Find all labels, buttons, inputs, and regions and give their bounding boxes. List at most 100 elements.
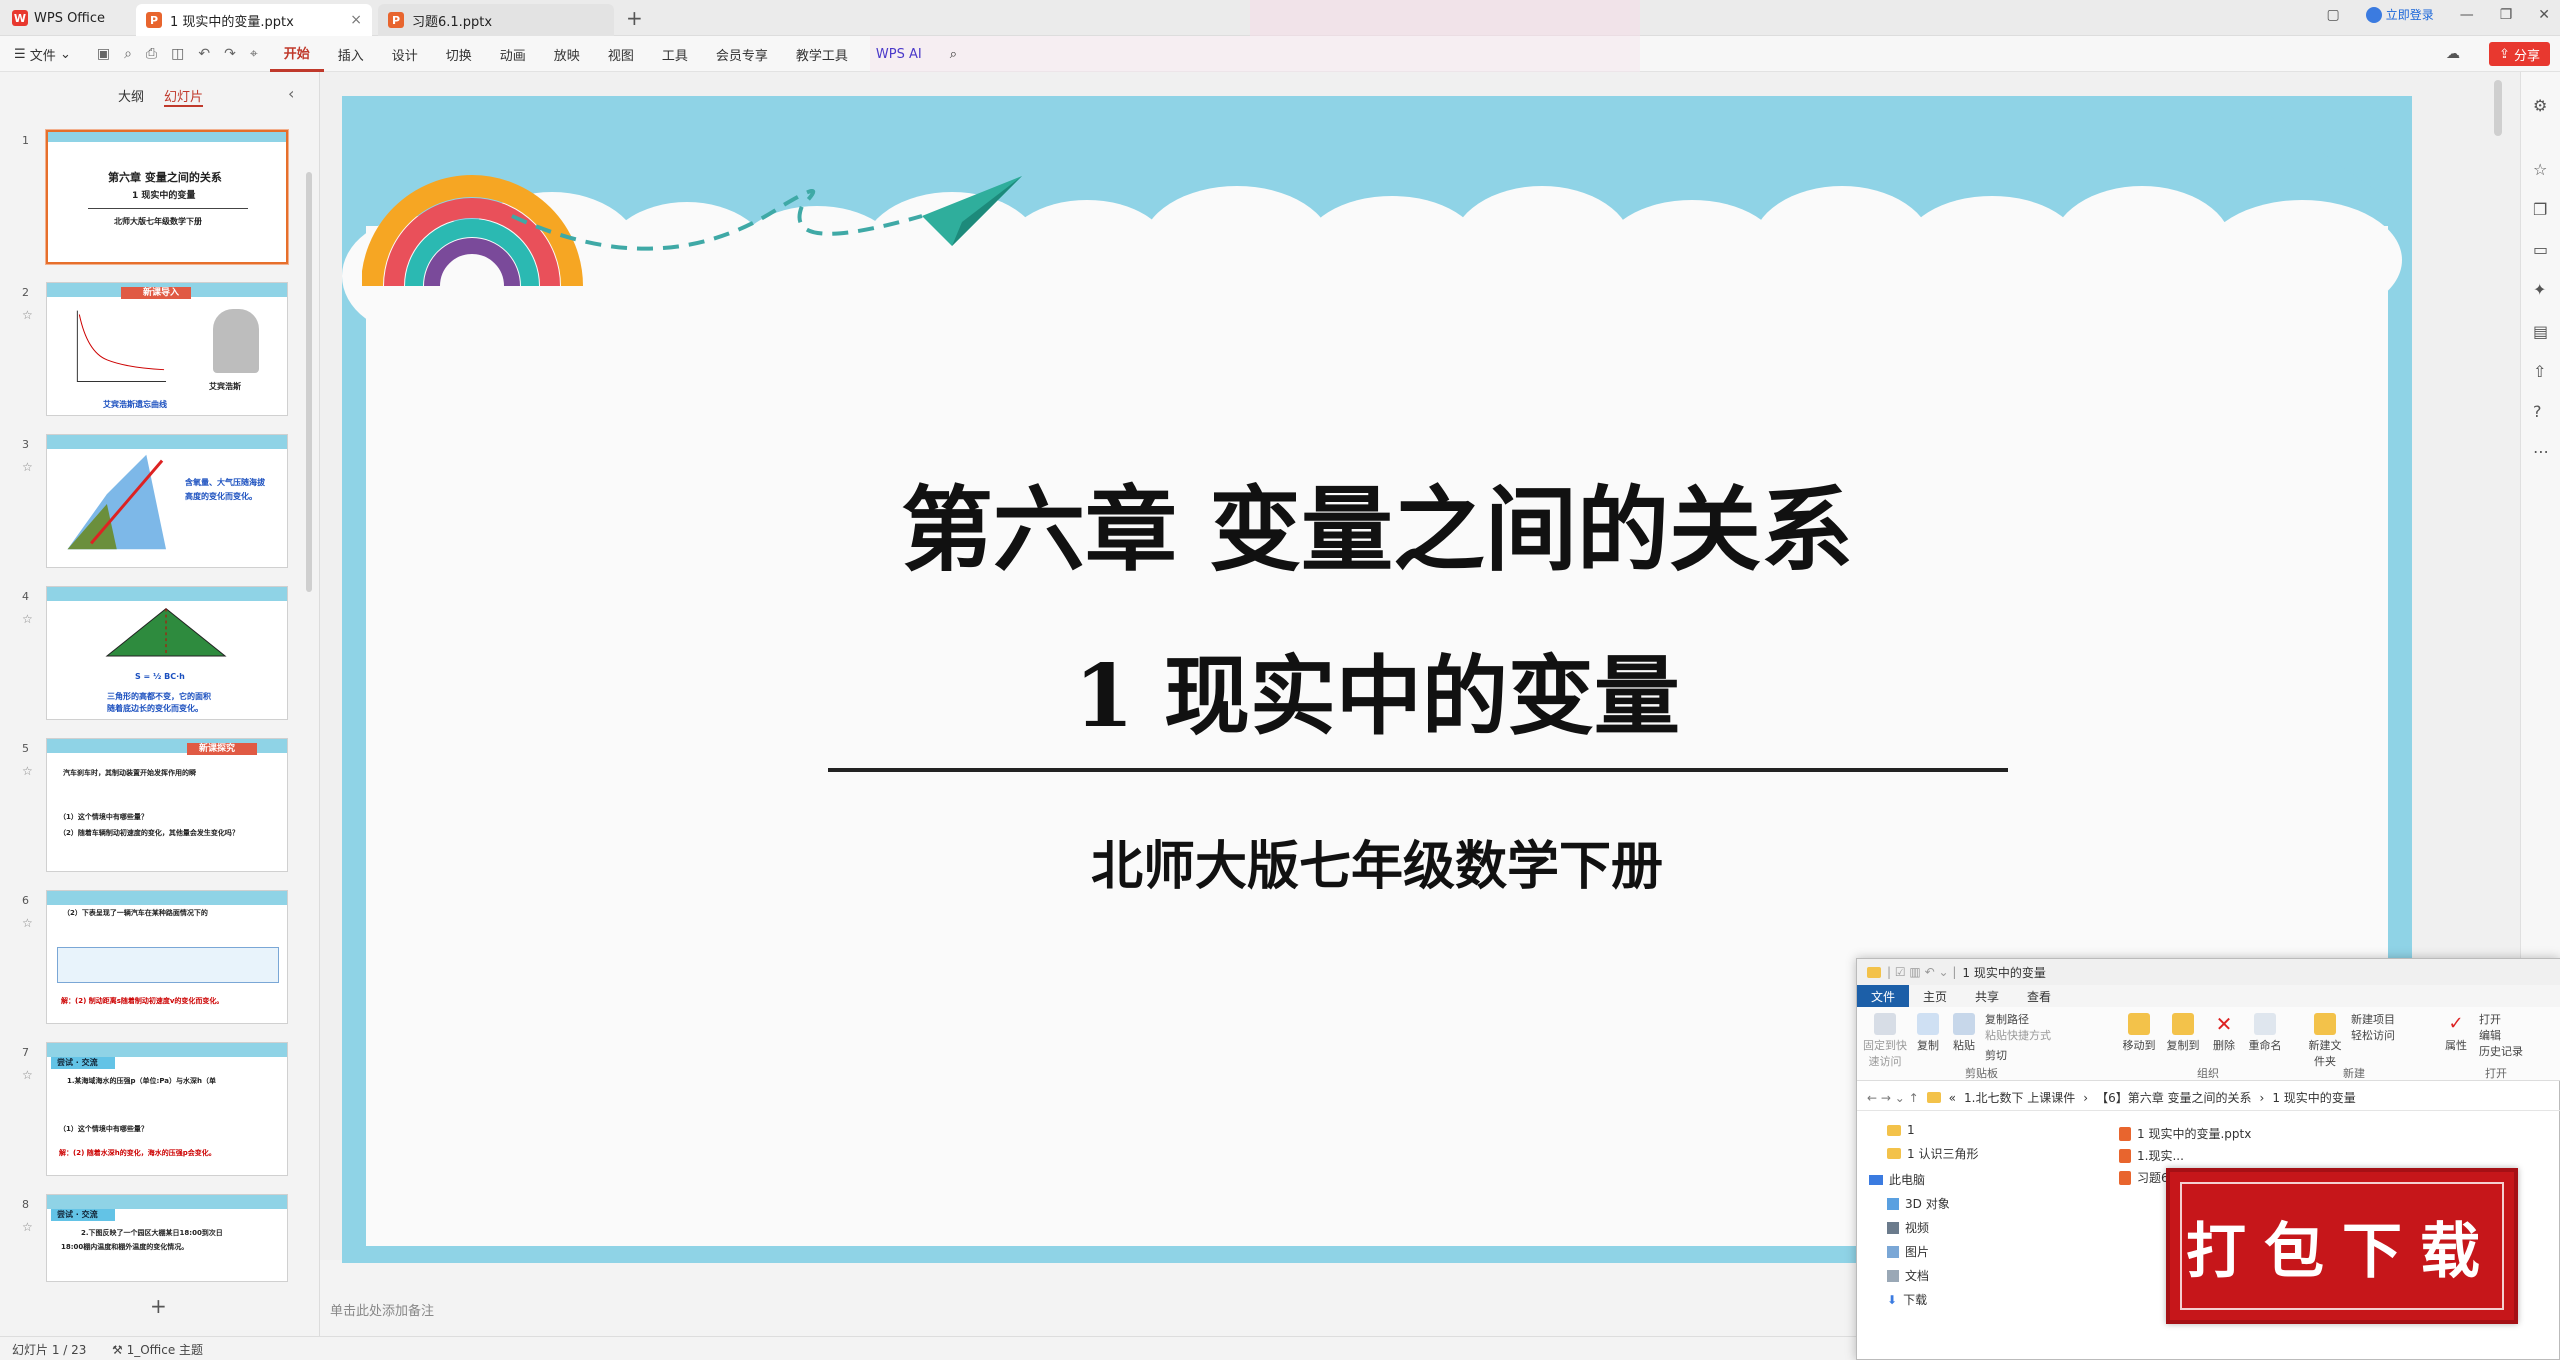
help-icon[interactable]: ?	[2533, 402, 2542, 421]
nav-item[interactable]: 图片	[1887, 1243, 1929, 1260]
breadcrumb-item[interactable]: 1 现实中的变量	[2272, 1089, 2355, 1106]
save-icon[interactable]: ▣	[97, 46, 110, 62]
new-tab-icon[interactable]: +	[626, 6, 643, 30]
share-button[interactable]: ⇪ 分享	[2488, 42, 2550, 66]
star-icon[interactable]: ☆	[22, 308, 33, 322]
slide-thumbnail-7[interactable]: 尝试 · 交流 1.某海域海水的压强p（单位:Pa）与水深h（单 （1）这个情境…	[46, 1042, 288, 1176]
menu-item-design[interactable]: 设计	[378, 36, 432, 72]
paste-shortcut-button[interactable]: 粘贴快捷方式	[1985, 1027, 2051, 1043]
tab-document-1[interactable]: P 1 现实中的变量.pptx ×	[136, 4, 372, 36]
slide-thumbnail-3[interactable]: 含氧量、大气压随海拔 高度的变化而变化。	[46, 434, 288, 568]
menu-item-home[interactable]: 开始	[269, 36, 324, 72]
edit-button[interactable]: 编辑	[2479, 1027, 2501, 1043]
new-item-button[interactable]: 新建项目	[2351, 1011, 2395, 1027]
tab-home[interactable]: 主页	[1909, 985, 1961, 1007]
nav-item[interactable]: 文档	[1887, 1267, 1929, 1284]
print-icon[interactable]: ⎙	[146, 46, 157, 62]
history-button[interactable]: 历史记录	[2479, 1043, 2523, 1059]
redo-icon[interactable]: ↷	[224, 46, 236, 62]
move-to-button[interactable]: 移动到	[2119, 1013, 2159, 1053]
easy-access-button[interactable]: 轻松访问	[2351, 1027, 2395, 1043]
nav-item-this-pc[interactable]: 此电脑	[1869, 1171, 1925, 1188]
nav-item[interactable]: 视频	[1887, 1219, 1929, 1236]
cloud-icon[interactable]: ☁	[2446, 46, 2460, 62]
search-icon[interactable]: ⌕	[936, 36, 971, 72]
undo-icon[interactable]: ↶	[198, 46, 210, 62]
file-menu[interactable]: ☰ 文件 ⌄	[0, 36, 85, 72]
breadcrumb-item[interactable]: 【6】第六章 变量之间的关系	[2096, 1089, 2251, 1106]
theme-name[interactable]: ⚒ 1_Office 主题	[112, 1341, 203, 1358]
settings-icon[interactable]: ⚙	[2533, 96, 2547, 115]
copy-path-button[interactable]: 复制路径	[1985, 1011, 2029, 1027]
star-icon[interactable]: ☆	[22, 1220, 33, 1234]
menu-item-transition[interactable]: 切换	[432, 36, 486, 72]
rename-button[interactable]: 重命名	[2245, 1013, 2285, 1053]
download-stamp[interactable]: 打包下载	[2166, 1168, 2518, 1324]
menu-item-wps-ai[interactable]: WPS AI	[862, 36, 936, 72]
tab-view[interactable]: 查看	[2013, 985, 2065, 1007]
address-bar[interactable]: ← → ⌄ ↑ « 1.北七数下 上课课件 › 【6】第六章 变量之间的关系 › 1…	[1857, 1085, 2560, 1111]
menu-item-tools[interactable]: 工具	[648, 36, 702, 72]
new-folder-button[interactable]: 新建文件夹	[2305, 1013, 2345, 1069]
document-icon[interactable]: ▤	[2533, 322, 2548, 341]
tab-share[interactable]: 共享	[1961, 985, 2013, 1007]
tab-file[interactable]: 文件	[1857, 985, 1910, 1007]
file-item[interactable]: 1 现实中的变量.pptx	[2119, 1125, 2251, 1142]
magic-icon[interactable]: ✦	[2533, 280, 2546, 299]
star-icon[interactable]: ☆	[22, 460, 33, 474]
file-item[interactable]: 1.现实...	[2119, 1147, 2184, 1164]
properties-button[interactable]: ✓ 属性	[2439, 1013, 2473, 1053]
nav-item[interactable]: 1	[1887, 1123, 1915, 1137]
star-icon[interactable]: ☆	[22, 612, 33, 626]
tab-outline[interactable]: 大纲	[118, 86, 144, 107]
maximize-icon[interactable]: ❐	[2500, 7, 2513, 23]
tab-slides[interactable]: 幻灯片	[164, 86, 204, 107]
collapse-panel-icon[interactable]: ‹	[288, 84, 294, 103]
layers-icon[interactable]: ❐	[2533, 200, 2547, 219]
menu-item-animation[interactable]: 动画	[486, 36, 540, 72]
breadcrumb-item[interactable]: 1.北七数下 上课课件	[1964, 1089, 2075, 1106]
share-icon[interactable]: ⇧	[2533, 362, 2546, 381]
slide-thumbnail-4[interactable]: S = ½ BC·h 三角形的高都不变，它的面积 随着底边长的变化而变化。	[46, 586, 288, 720]
layout-icon[interactable]: ▢	[2326, 7, 2339, 23]
notes-input[interactable]: 单击此处添加备注	[330, 1300, 434, 1319]
wps-home-button[interactable]: W WPS Office	[12, 6, 105, 30]
more-icon[interactable]: ⋯	[2533, 442, 2549, 461]
open-icon[interactable]: ⌕	[124, 46, 132, 62]
login-button[interactable]: 立即登录	[2365, 6, 2434, 23]
slide-thumbnail-6[interactable]: （2）下表呈现了一辆汽车在某种路面情况下的 解：(2) 制动距离s随着制动初速度…	[46, 890, 288, 1024]
menu-item-view[interactable]: 视图	[594, 36, 648, 72]
delete-button[interactable]: ✕ 删除	[2207, 1013, 2241, 1053]
close-tab-icon[interactable]: ×	[350, 12, 362, 28]
nav-item[interactable]: ⬇ 下载	[1887, 1291, 1927, 1308]
minimize-icon[interactable]: —	[2460, 7, 2474, 23]
panel-scrollbar[interactable]	[306, 172, 312, 592]
format-painter-icon[interactable]: ⌖	[250, 46, 258, 62]
add-slide-button[interactable]: +	[150, 1294, 167, 1318]
star-icon[interactable]: ☆	[22, 916, 33, 930]
pin-button[interactable]: 固定到快速访问	[1863, 1013, 1907, 1069]
close-icon[interactable]: ✕	[2538, 7, 2550, 23]
slide-thumbnail-8[interactable]: 尝试 · 交流 2.下图反映了一个园区大棚某日18:00到次日 18:00棚内温…	[46, 1194, 288, 1282]
star-icon[interactable]: ☆	[22, 1068, 33, 1082]
nav-item[interactable]: 3D 对象	[1887, 1195, 1950, 1212]
vertical-scrollbar[interactable]	[2494, 80, 2502, 136]
open-button[interactable]: 打开	[2479, 1011, 2501, 1027]
preview-icon[interactable]: ◫	[171, 46, 184, 62]
star-icon[interactable]: ☆	[2533, 160, 2547, 179]
copy-to-button[interactable]: 复制到	[2163, 1013, 2203, 1053]
star-icon[interactable]: ☆	[22, 764, 33, 778]
tab-document-2[interactable]: P 习题6.1.pptx	[378, 4, 614, 36]
cut-button[interactable]: 剪切	[1985, 1047, 2007, 1063]
slide-thumbnail-1[interactable]: 第六章 变量之间的关系 1 现实中的变量 北师大版七年级数学下册	[45, 129, 289, 265]
menu-item-teaching-tools[interactable]: 教学工具	[782, 36, 862, 72]
menu-item-insert[interactable]: 插入	[324, 36, 378, 72]
slide-thumbnail-5[interactable]: 新课探究 汽车刹车时，其制动装置开始发挥作用的瞬 （1）这个情境中有哪些量？ （…	[46, 738, 288, 872]
nav-item[interactable]: 1 认识三角形	[1887, 1145, 1978, 1162]
menu-item-slideshow[interactable]: 放映	[540, 36, 594, 72]
paste-button[interactable]: 粘贴	[1949, 1013, 1979, 1053]
slide-thumbnail-2[interactable]: 新课导入 艾宾浩斯 艾宾浩斯遗忘曲线	[46, 282, 288, 416]
window-icon[interactable]: ▭	[2533, 240, 2548, 259]
menu-item-member[interactable]: 会员专享	[702, 36, 782, 72]
copy-button[interactable]: 复制	[1913, 1013, 1943, 1053]
